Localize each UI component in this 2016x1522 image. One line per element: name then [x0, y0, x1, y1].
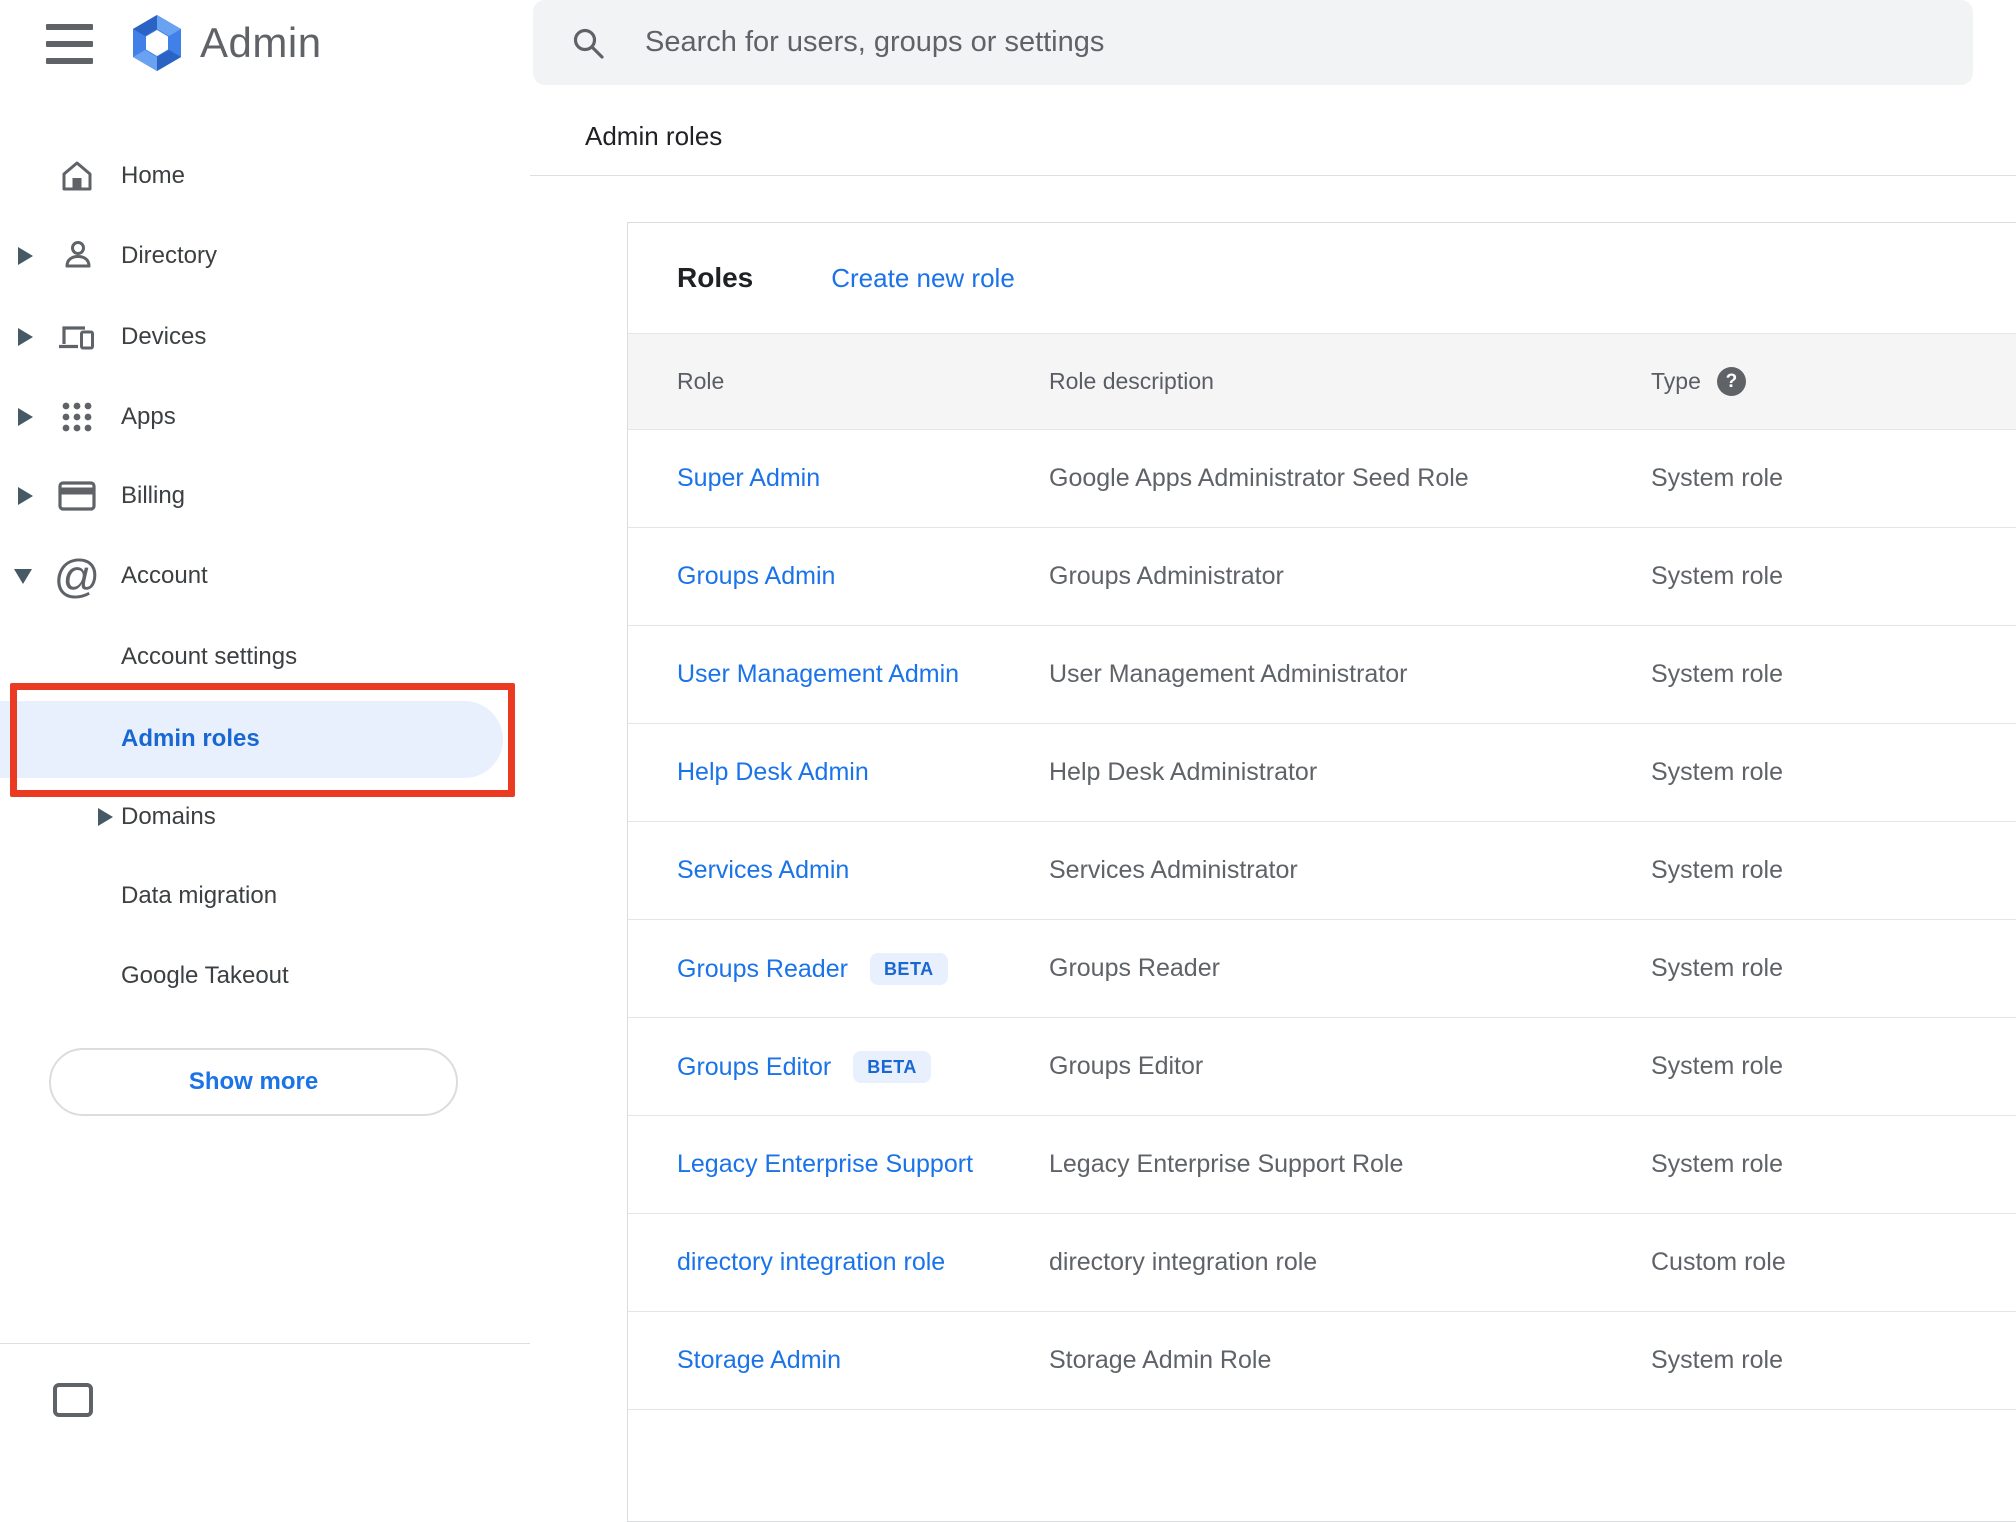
- table-row: Services Admin Services Administrator Sy…: [628, 822, 2016, 920]
- role-type: Custom role: [1651, 1248, 1786, 1276]
- beta-badge: BETA: [853, 1050, 931, 1083]
- home-icon: [57, 156, 97, 196]
- hamburger-icon[interactable]: [46, 24, 93, 64]
- sidebar-item-label: Google Takeout: [121, 962, 289, 989]
- chevron-right-icon[interactable]: [18, 487, 33, 505]
- sidebar-item-account-settings[interactable]: Account settings: [0, 617, 530, 697]
- chevron-down-icon[interactable]: [14, 568, 32, 584]
- role-type: System role: [1651, 660, 1783, 688]
- sidebar-item-label: Home: [121, 162, 186, 189]
- role-description: Groups Editor: [1049, 1052, 1204, 1080]
- role-description: Legacy Enterprise Support Role: [1049, 1150, 1404, 1178]
- role-type: System role: [1651, 856, 1783, 884]
- role-type: System role: [1651, 562, 1783, 590]
- panel-title: Roles: [677, 262, 754, 293]
- role-type: System role: [1651, 1052, 1783, 1080]
- role-link[interactable]: User Management Admin: [677, 660, 959, 688]
- column-header-role: Role: [677, 368, 725, 394]
- role-type: System role: [1651, 954, 1783, 982]
- chevron-right-icon[interactable]: [18, 408, 33, 426]
- sidebar-item-domains[interactable]: Domains: [0, 777, 530, 857]
- role-description: Google Apps Administrator Seed Role: [1049, 464, 1469, 492]
- sidebar-item-label: Apps: [121, 403, 176, 430]
- role-link[interactable]: Groups Reader: [677, 955, 848, 983]
- show-more-label: Show more: [188, 1068, 319, 1095]
- role-type: System role: [1651, 464, 1783, 492]
- show-more-button[interactable]: Show more: [49, 1048, 458, 1116]
- credit-card-icon: [57, 476, 97, 516]
- table-row: Groups Reader BETA Groups Reader System r…: [628, 920, 2016, 1018]
- roles-panel-header: Roles Create new role: [628, 223, 2016, 333]
- sidebar-item-label: Data migration: [121, 882, 278, 909]
- role-description: Services Administrator: [1049, 856, 1298, 884]
- table-header-row: Role Role description Type ?: [628, 333, 2016, 430]
- sidebar-item-label: Devices: [121, 323, 207, 350]
- role-link[interactable]: Help Desk Admin: [677, 758, 869, 786]
- google-admin-logo-icon: [128, 14, 186, 72]
- role-link[interactable]: Super Admin: [677, 464, 820, 492]
- sidebar-item-devices[interactable]: Devices: [0, 297, 530, 377]
- search-placeholder: Search for users, groups or settings: [645, 26, 1105, 58]
- table-row: User Management Admin User Management Ad…: [628, 626, 2016, 724]
- sidebar-item-label: Directory: [121, 242, 218, 269]
- sidebar-item-apps[interactable]: Apps: [0, 377, 530, 457]
- role-link[interactable]: Legacy Enterprise Support: [677, 1150, 973, 1178]
- table-row: Legacy Enterprise Support Legacy Enterpr…: [628, 1116, 2016, 1214]
- role-description: directory integration role: [1049, 1248, 1318, 1276]
- sidebar-item-google-takeout[interactable]: Google Takeout: [0, 936, 530, 1016]
- app-title: Admin: [200, 19, 322, 66]
- sidebar-item-directory[interactable]: Directory: [0, 216, 530, 296]
- role-description: Groups Administrator: [1049, 562, 1284, 590]
- role-link[interactable]: Groups Editor: [677, 1053, 831, 1081]
- breadcrumb-divider: [530, 175, 2016, 176]
- person-icon: [57, 236, 97, 276]
- devices-icon: [57, 317, 97, 357]
- chevron-right-icon[interactable]: [18, 247, 33, 265]
- role-description: User Management Administrator: [1049, 660, 1408, 688]
- table-row: Super Admin Google Apps Administrator Se…: [628, 430, 2016, 528]
- role-link[interactable]: Services Admin: [677, 856, 849, 884]
- sidebar-item-label: Billing: [121, 482, 186, 509]
- partial-icon: [53, 1383, 93, 1417]
- role-link[interactable]: Groups Admin: [677, 562, 835, 590]
- role-type: System role: [1651, 1346, 1783, 1374]
- table-row: directory integration role directory int…: [628, 1214, 2016, 1312]
- role-description: Storage Admin Role: [1049, 1346, 1272, 1374]
- sidebar-item-admin-roles[interactable]: Admin roles: [0, 699, 530, 779]
- create-new-role-link[interactable]: Create new role: [831, 263, 1015, 294]
- sidebar-item-account[interactable]: @ Account: [0, 536, 530, 616]
- sidebar-divider: [0, 1343, 530, 1344]
- sidebar-item-label: Domains: [121, 803, 216, 830]
- roles-panel: Roles Create new role Role Role descript…: [627, 222, 2016, 1522]
- sidebar-item-label: Admin roles: [121, 725, 260, 752]
- role-description: Groups Reader: [1049, 954, 1220, 982]
- table-row: Help Desk Admin Help Desk Administrator …: [628, 724, 2016, 822]
- column-header-type: Type ?: [1651, 367, 2016, 396]
- table-row: Storage Admin Storage Admin Role System …: [628, 1312, 2016, 1410]
- sidebar-item-billing[interactable]: Billing: [0, 456, 530, 536]
- chevron-right-icon[interactable]: [18, 328, 33, 346]
- table-row: Groups Admin Groups Administrator System…: [628, 528, 2016, 626]
- role-link[interactable]: Storage Admin: [677, 1346, 841, 1374]
- app-brand: Admin: [128, 14, 322, 72]
- question-mark-circle-icon[interactable]: ?: [1716, 367, 1746, 396]
- role-type: System role: [1651, 1150, 1783, 1178]
- role-link[interactable]: directory integration role: [677, 1248, 945, 1276]
- search-input[interactable]: Search for users, groups or settings: [533, 0, 1973, 85]
- beta-badge: BETA: [869, 952, 948, 985]
- search-icon: [571, 26, 605, 60]
- column-header-description: Role description: [1049, 368, 1214, 394]
- sidebar-item-label: Account: [121, 562, 208, 589]
- role-description: Help Desk Administrator: [1049, 758, 1318, 786]
- sidebar-item-label: Account settings: [121, 643, 298, 670]
- at-sign-icon: @: [53, 550, 101, 602]
- table-row: Groups Editor BETA Groups Editor System r…: [628, 1018, 2016, 1116]
- apps-grid-icon: [57, 397, 97, 437]
- chevron-right-icon[interactable]: [98, 808, 113, 826]
- breadcrumb: Admin roles: [585, 121, 723, 151]
- role-type: System role: [1651, 758, 1783, 786]
- sidebar-item-home[interactable]: Home: [0, 136, 530, 216]
- sidebar-item-data-migration[interactable]: Data migration: [0, 856, 530, 936]
